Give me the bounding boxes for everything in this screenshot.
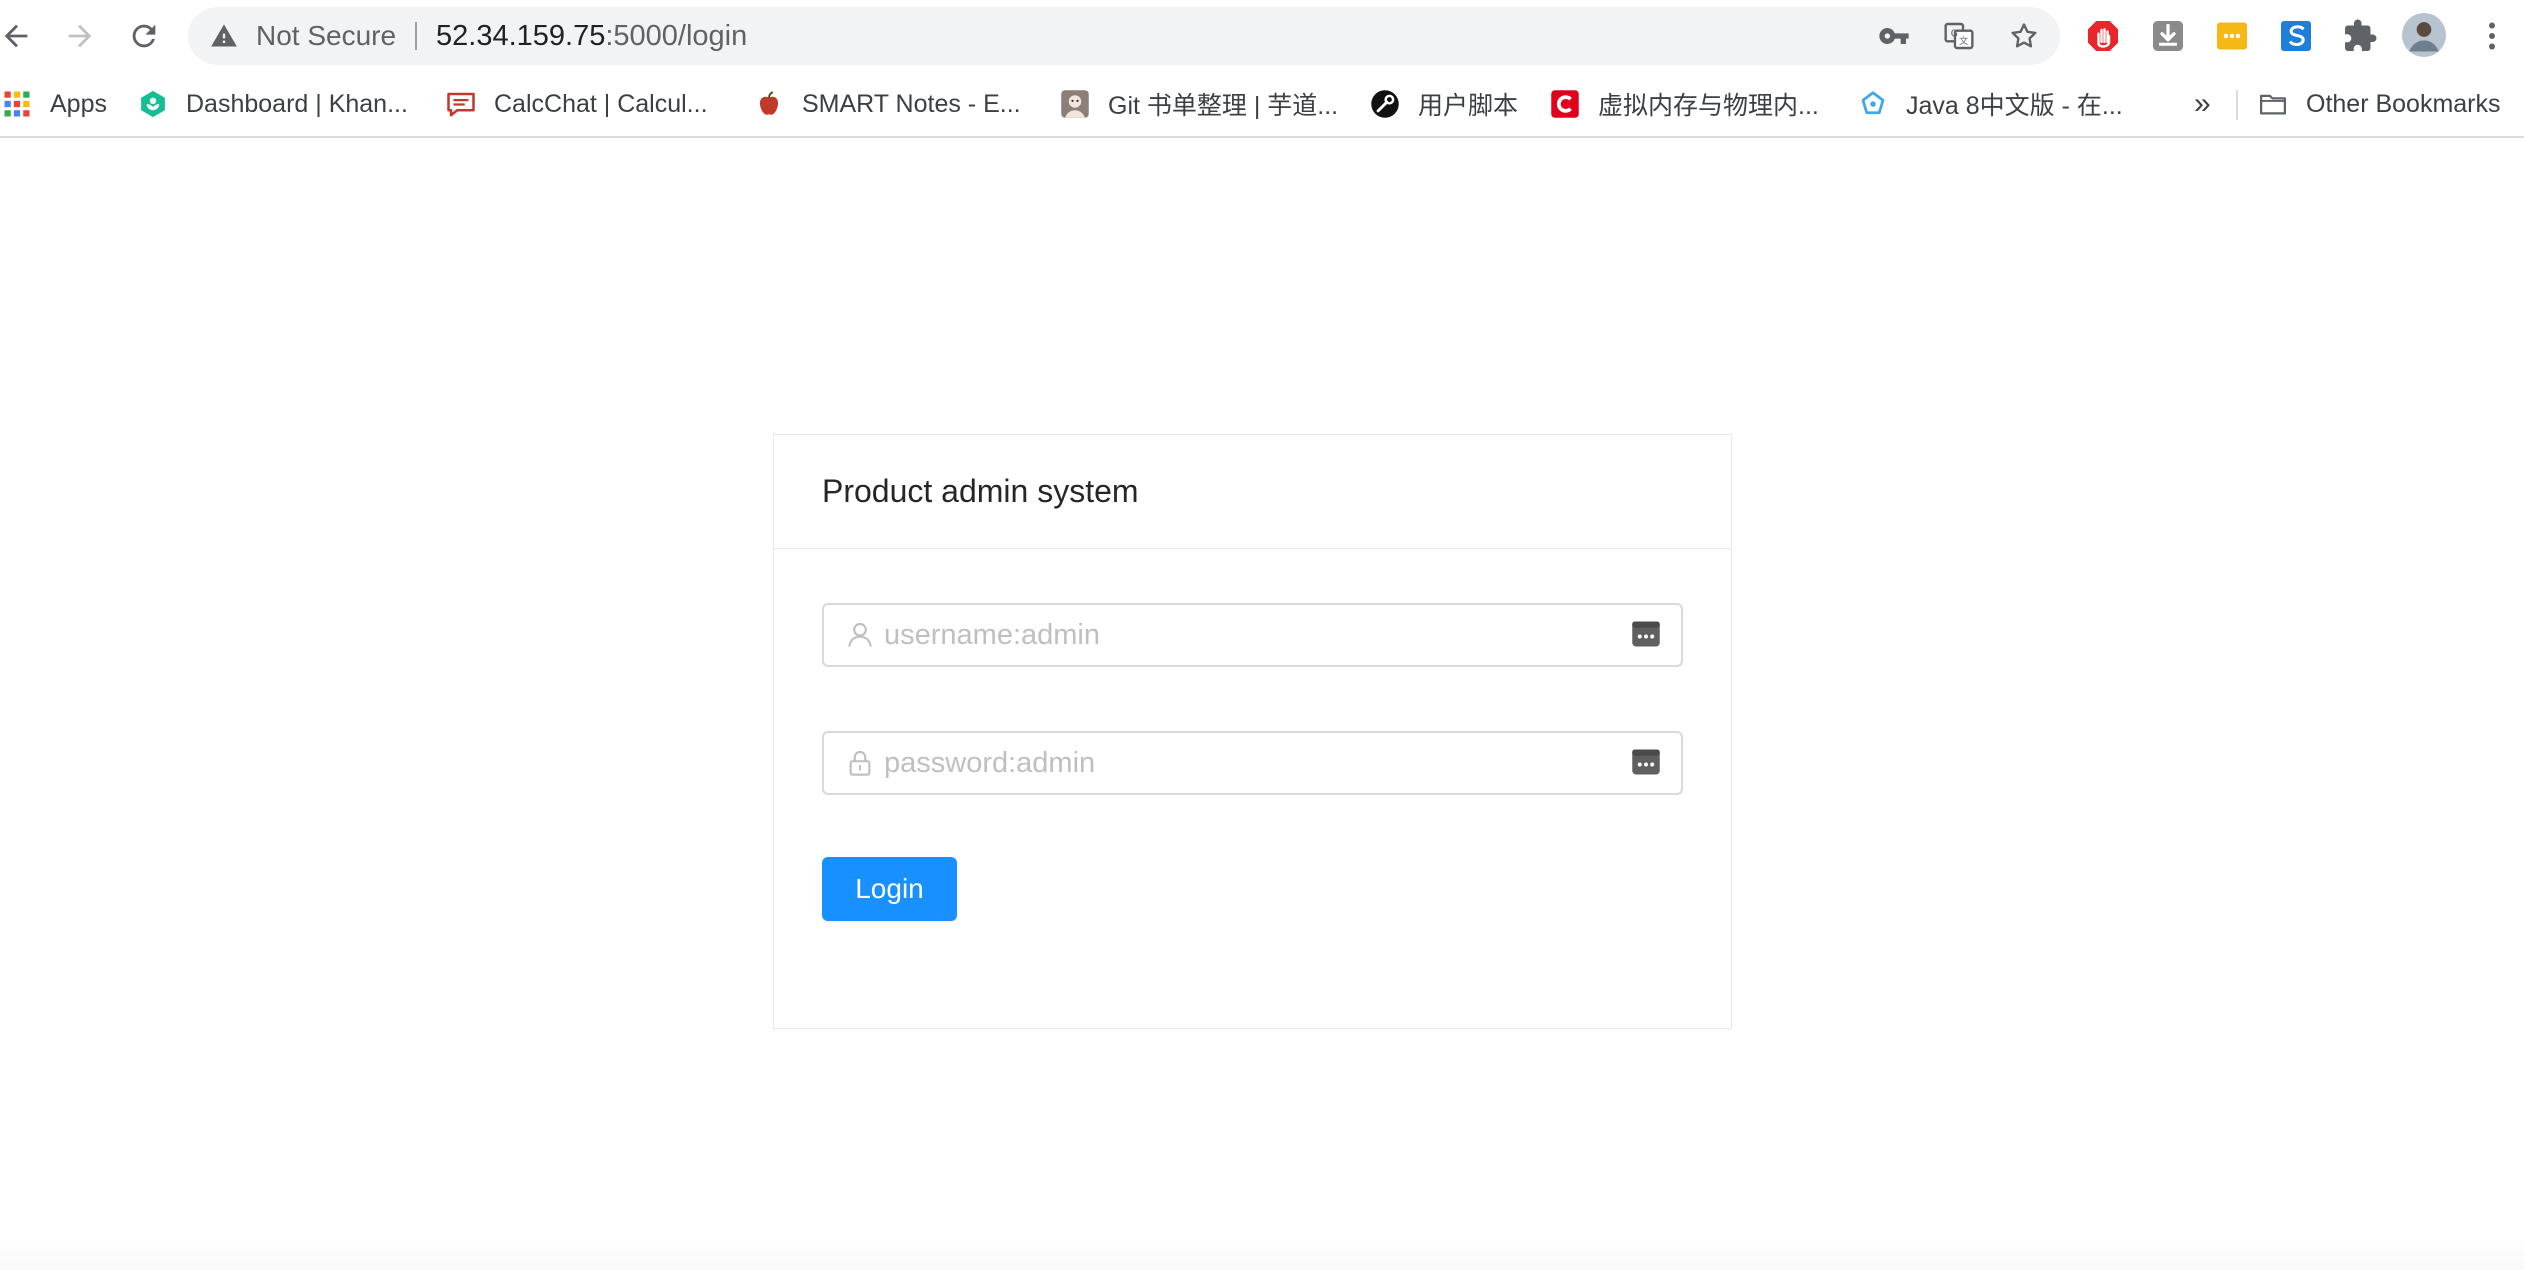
back-arrow-icon xyxy=(4,24,28,48)
bookmarks-overflow-button[interactable]: » xyxy=(2194,72,2211,136)
svg-text:文: 文 xyxy=(1959,35,1968,47)
extensions-button[interactable] xyxy=(2342,18,2378,54)
bookmark-khan-dashboard[interactable]: Dashboard | Khan... xyxy=(138,72,408,136)
password-input[interactable] xyxy=(884,733,1604,793)
forward-arrow-icon xyxy=(68,24,92,48)
bookmark-userscripts[interactable]: 用户脚本 xyxy=(1370,72,1518,136)
khan-academy-icon xyxy=(138,89,168,119)
download-extension-button[interactable] xyxy=(2150,18,2186,54)
bookmark-calcchat[interactable]: CalcChat | Calcul... xyxy=(446,72,708,136)
runoob-icon xyxy=(1858,89,1888,119)
dots-note-icon xyxy=(2217,22,2247,50)
url-text[interactable]: 52.34.159.75:5000/login xyxy=(436,7,747,65)
lock-icon xyxy=(846,749,874,777)
avatar-icon xyxy=(1060,89,1090,119)
bookmark-label: 虚拟内存与物理内... xyxy=(1598,92,1819,120)
star-icon xyxy=(2011,23,2037,48)
s-extension-button[interactable] xyxy=(2278,18,2314,54)
browser-toolbar: Not Secure 52.34.159.75:5000/login G文 xyxy=(0,0,2524,72)
address-bar[interactable]: Not Secure 52.34.159.75:5000/login G文 xyxy=(188,7,2060,65)
bookmark-star-button[interactable] xyxy=(2008,20,2040,52)
key-icon xyxy=(1879,28,1909,44)
bookmark-apps[interactable]: Apps xyxy=(2,72,107,136)
bookmark-label: Other Bookmarks xyxy=(2306,89,2501,118)
bookmark-label: SMART Notes - E... xyxy=(802,89,1021,118)
profile-avatar-button[interactable] xyxy=(2402,13,2446,57)
bookmark-label: 用户脚本 xyxy=(1418,92,1519,120)
kebab-menu-icon xyxy=(2489,22,2495,50)
reload-icon xyxy=(132,24,156,48)
password-key-button[interactable] xyxy=(1878,20,1910,52)
bookmark-label: Apps xyxy=(50,89,107,118)
bookmark-java8-docs[interactable]: Java 8中文版 - 在... xyxy=(1858,72,2123,136)
forward-button[interactable] xyxy=(56,12,104,60)
bookmark-label: Git 书单整理 | 芋道... xyxy=(1108,92,1339,120)
svg-text:G: G xyxy=(1951,29,1958,40)
address-separator xyxy=(415,22,417,50)
notes-extension-button[interactable] xyxy=(2214,18,2250,54)
username-input[interactable] xyxy=(884,605,1604,665)
translate-button[interactable]: G文 xyxy=(1943,20,1975,52)
bookmark-git-booklist[interactable]: Git 书单整理 | 芋道... xyxy=(1060,72,1338,136)
autofill-menu-icon[interactable] xyxy=(1631,747,1661,777)
folder-icon xyxy=(2258,89,2288,119)
reload-button[interactable] xyxy=(120,12,168,60)
avatar-icon xyxy=(2402,13,2446,57)
password-field[interactable] xyxy=(822,731,1683,795)
url-path: :5000/login xyxy=(605,20,748,52)
login-title: Product admin system xyxy=(822,473,1139,509)
page-bottom-edge xyxy=(0,1236,2524,1270)
page-content: Product admin system username:admin Logi… xyxy=(0,138,2524,1270)
bookmark-label: Dashboard | Khan... xyxy=(186,89,408,118)
bookmark-label: CalcChat | Calcul... xyxy=(494,89,708,118)
tampermonkey-icon xyxy=(1370,89,1400,119)
translate-icon: G文 xyxy=(1944,22,1974,50)
username-field[interactable] xyxy=(822,603,1683,667)
puzzle-icon xyxy=(2345,19,2377,51)
calcchat-icon xyxy=(446,89,476,119)
bookmarks-divider xyxy=(2236,90,2238,120)
login-card: Product admin system username:admin Logi… xyxy=(773,434,1732,1029)
bookmark-virtual-memory[interactable]: 虚拟内存与物理内... xyxy=(1550,72,1819,136)
back-button[interactable] xyxy=(0,12,40,60)
apps-grid-icon xyxy=(2,89,32,119)
csdn-icon xyxy=(1550,89,1580,119)
bookmark-label: Java 8中文版 - 在... xyxy=(1906,92,2123,120)
login-button[interactable]: Login xyxy=(822,857,957,921)
bookmarks-bar: Apps Dashboard | Khan... CalcChat | Calc… xyxy=(0,72,2524,138)
ublock-extension-button[interactable] xyxy=(2085,18,2121,54)
bookmark-smart-notes[interactable]: SMART Notes - E... xyxy=(754,72,1021,136)
download-icon xyxy=(2153,21,2183,51)
user-icon xyxy=(846,621,874,649)
stop-hand-icon xyxy=(2088,21,2118,51)
apple-icon xyxy=(754,89,784,119)
browser-menu-button[interactable] xyxy=(2474,18,2510,54)
autofill-menu-icon[interactable] xyxy=(1631,619,1661,649)
login-card-header: Product admin system xyxy=(774,435,1731,549)
bookmark-other-bookmarks[interactable]: Other Bookmarks xyxy=(2258,72,2501,136)
url-host: 52.34.159.75 xyxy=(436,20,606,52)
warning-icon xyxy=(211,24,237,47)
s-logo-icon xyxy=(2281,21,2311,51)
security-status[interactable]: Not Secure xyxy=(256,7,396,65)
